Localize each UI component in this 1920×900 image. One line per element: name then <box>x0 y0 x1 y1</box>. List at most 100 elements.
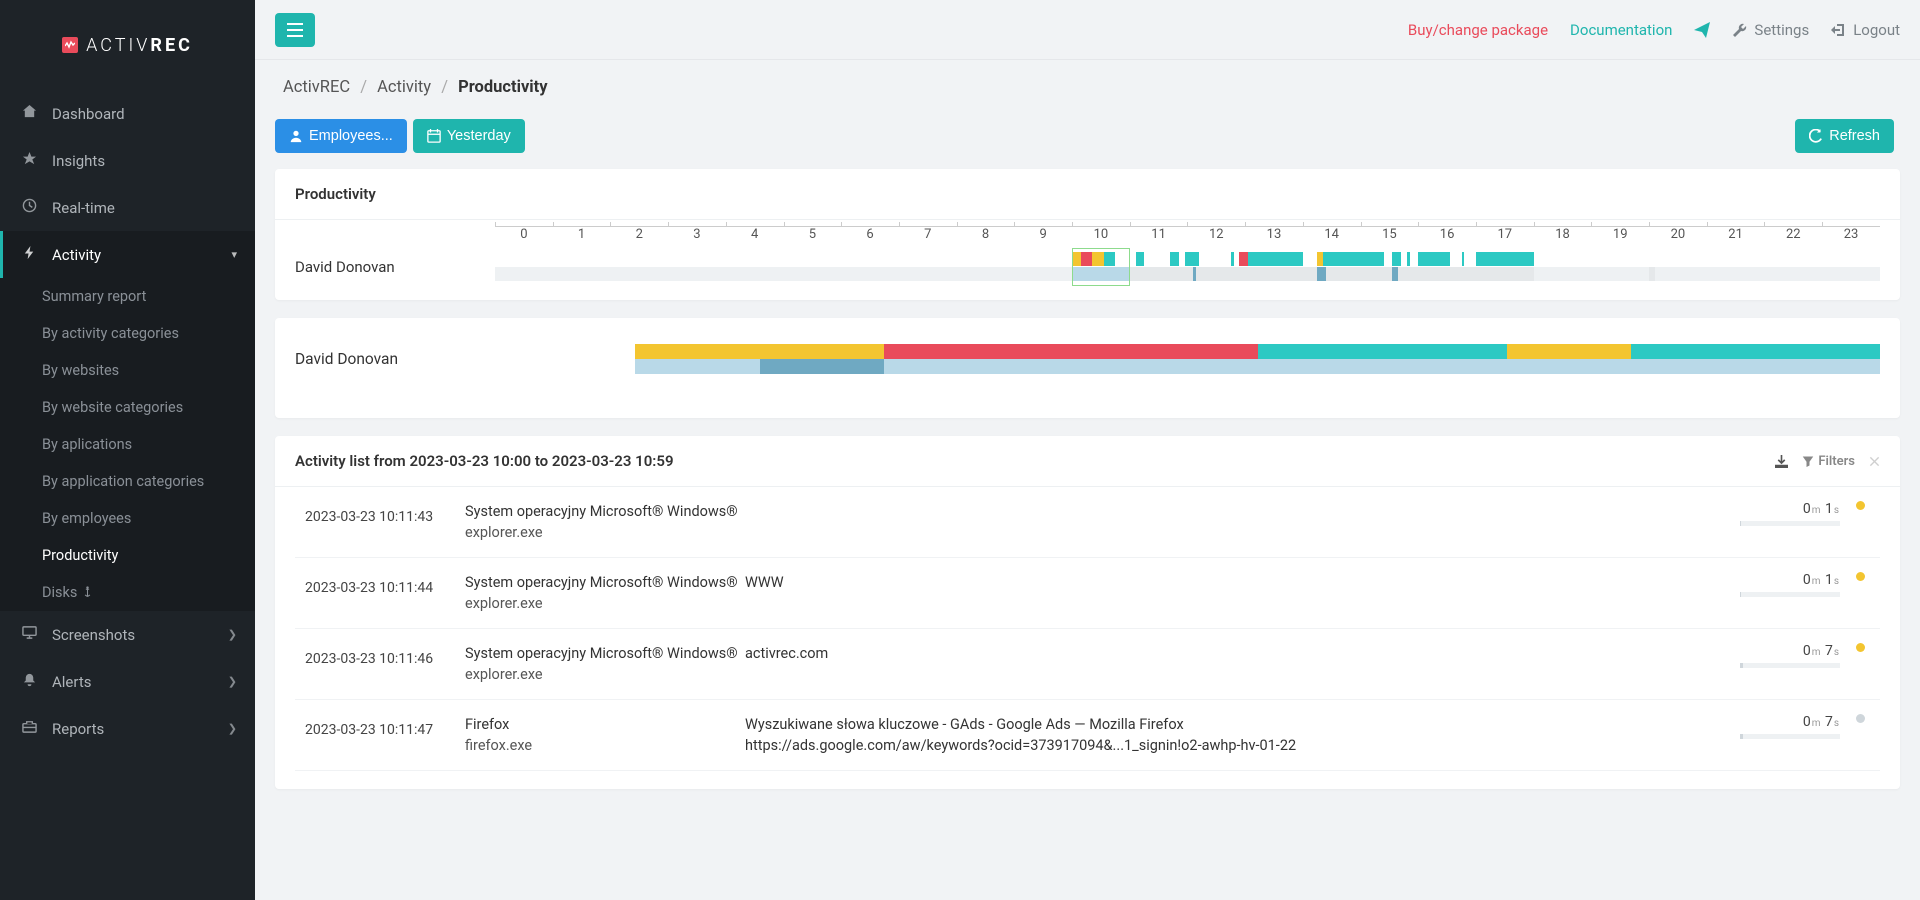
timeline-segment[interactable] <box>1407 252 1410 266</box>
timeline-segment[interactable] <box>1130 267 1193 281</box>
logout-link[interactable]: Logout <box>1831 21 1900 39</box>
activity-time: 2023-03-23 10:11:47 <box>295 714 465 738</box>
subnav-by-employees[interactable]: By employees <box>0 500 255 537</box>
activity-status <box>1840 714 1880 723</box>
timeline-segment[interactable] <box>1418 252 1450 266</box>
timeline-segment[interactable] <box>1196 267 1317 281</box>
subnav-by-websites[interactable]: By websites <box>0 352 255 389</box>
timeline-segment[interactable] <box>1392 252 1401 266</box>
hour-tick: 1 <box>553 227 611 242</box>
send-link[interactable] <box>1694 22 1710 38</box>
hour-tick: 19 <box>1591 227 1649 242</box>
refresh-icon <box>1809 129 1823 143</box>
refresh-button[interactable]: Refresh <box>1795 119 1894 153</box>
timeline-segment[interactable] <box>1317 267 1326 281</box>
timeline-segment[interactable] <box>1239 252 1248 266</box>
user-icon <box>289 129 303 143</box>
timeline-segment[interactable] <box>1326 267 1392 281</box>
sidebar-item-insights[interactable]: Insights <box>0 137 255 184</box>
sidebar-toggle-button[interactable] <box>275 13 315 47</box>
employee-name-2: David Donovan <box>295 350 635 368</box>
date-button[interactable]: Yesterday <box>413 119 525 153</box>
timeline-segment[interactable] <box>1462 252 1465 266</box>
nav-list: DashboardInsightsReal-timeActivity▾Summa… <box>0 90 255 752</box>
breadcrumb-root[interactable]: ActivREC <box>283 78 350 97</box>
timeline-segment[interactable] <box>1104 252 1116 266</box>
stacked-segment[interactable] <box>635 359 760 374</box>
subnav-disks[interactable]: Disks <box>0 574 255 611</box>
activity-app: Firefoxfirefox.exe <box>465 714 745 756</box>
stacked-segment[interactable] <box>884 344 1258 359</box>
stacked-segment[interactable] <box>760 359 885 374</box>
sidebar-item-screenshots[interactable]: Screenshots❯ <box>0 611 255 658</box>
timeline-segment[interactable] <box>1398 267 1534 281</box>
clock-icon <box>22 198 48 217</box>
timeline-segment[interactable] <box>1248 252 1303 266</box>
close-button[interactable] <box>1869 456 1880 467</box>
subnav-by-activity-categories[interactable]: By activity categories <box>0 315 255 352</box>
breadcrumb-mid[interactable]: Activity <box>377 78 431 97</box>
activity-row[interactable]: 2023-03-23 10:11:43System operacyjny Mic… <box>295 487 1880 558</box>
subnav-by-aplications[interactable]: By aplications <box>0 426 255 463</box>
hour-tick: 9 <box>1014 227 1072 242</box>
subnav-productivity[interactable]: Productivity <box>0 537 255 574</box>
chevron-down-icon: ▾ <box>231 248 237 261</box>
brand-text-left: ACTIV <box>86 35 150 56</box>
stacked-segment[interactable] <box>1507 344 1632 359</box>
hour-tick: 23 <box>1822 227 1880 242</box>
brand-logo[interactable]: ACTIVREC <box>0 0 255 90</box>
sidebar-item-real-time[interactable]: Real-time <box>0 184 255 231</box>
panel-title: Productivity <box>275 169 1900 220</box>
timeline-segment[interactable] <box>1323 252 1384 266</box>
timeline-segment[interactable] <box>1092 252 1104 266</box>
stacked-segment[interactable] <box>635 344 884 359</box>
subnav-by-website-categories[interactable]: By website categories <box>0 389 255 426</box>
timeline-segment[interactable] <box>1136 252 1145 266</box>
sidebar-item-reports[interactable]: Reports❯ <box>0 705 255 752</box>
stacked-segment[interactable] <box>1631 344 1880 359</box>
stacked-segment[interactable] <box>884 359 1258 374</box>
timeline-segment[interactable] <box>1185 252 1199 266</box>
activity-time: 2023-03-23 10:11:43 <box>295 501 465 525</box>
hour-tick: 0 <box>495 227 553 242</box>
hour-tick: 11 <box>1130 227 1188 242</box>
employee-name: David Donovan <box>295 252 495 282</box>
filter-icon <box>1802 455 1814 467</box>
chevron-right-icon: ❯ <box>228 628 237 641</box>
sidebar-item-dashboard[interactable]: Dashboard <box>0 90 255 137</box>
activity-row[interactable]: 2023-03-23 10:11:47Firefoxfirefox.exeWys… <box>295 700 1880 771</box>
activity-status <box>1840 643 1880 652</box>
timeline-segment[interactable] <box>1170 252 1179 266</box>
timeline-segment[interactable] <box>1072 267 1130 281</box>
activity-duration: 0m 1s <box>1700 501 1840 526</box>
download-button[interactable] <box>1775 455 1788 468</box>
timeline-segment[interactable] <box>1072 252 1081 266</box>
usb-icon <box>81 586 94 599</box>
brand-text-right: REC <box>150 35 192 56</box>
activity-title: activrec.com <box>745 643 1700 664</box>
stacked-segment[interactable] <box>1258 344 1507 359</box>
activity-title: Wyszukiwane słowa kluczowe - GAds - Goog… <box>745 714 1700 756</box>
monitor-icon <box>22 625 48 644</box>
sidebar-item-activity[interactable]: Activity▾ <box>0 231 255 278</box>
stacked-bars[interactable] <box>635 344 1880 374</box>
documentation-link[interactable]: Documentation <box>1570 21 1672 39</box>
subnav-summary-report[interactable]: Summary report <box>0 278 255 315</box>
sidebar-item-alerts[interactable]: Alerts❯ <box>0 658 255 705</box>
activity-row[interactable]: 2023-03-23 10:11:46System operacyjny Mic… <box>295 629 1880 700</box>
hour-tick: 20 <box>1649 227 1707 242</box>
timeline-segment[interactable] <box>1081 252 1093 266</box>
nav-label: Reports <box>52 720 104 738</box>
timeline-segment[interactable] <box>1476 252 1534 266</box>
activity-row[interactable]: 2023-03-23 10:11:44System operacyjny Mic… <box>295 558 1880 629</box>
buy-package-link[interactable]: Buy/change package <box>1408 21 1548 39</box>
filters-button[interactable]: Filters <box>1802 454 1855 469</box>
subnav-by-application-categories[interactable]: By application categories <box>0 463 255 500</box>
employees-button[interactable]: Employees... <box>275 119 407 153</box>
timeline-segment[interactable] <box>1649 267 1655 281</box>
settings-link[interactable]: Settings <box>1732 21 1809 39</box>
hour-tick: 6 <box>841 227 899 242</box>
stacked-segment[interactable] <box>1258 359 1881 374</box>
timeline-row[interactable]: David Donovan <box>295 252 1880 282</box>
timeline-segment[interactable] <box>1231 252 1234 266</box>
